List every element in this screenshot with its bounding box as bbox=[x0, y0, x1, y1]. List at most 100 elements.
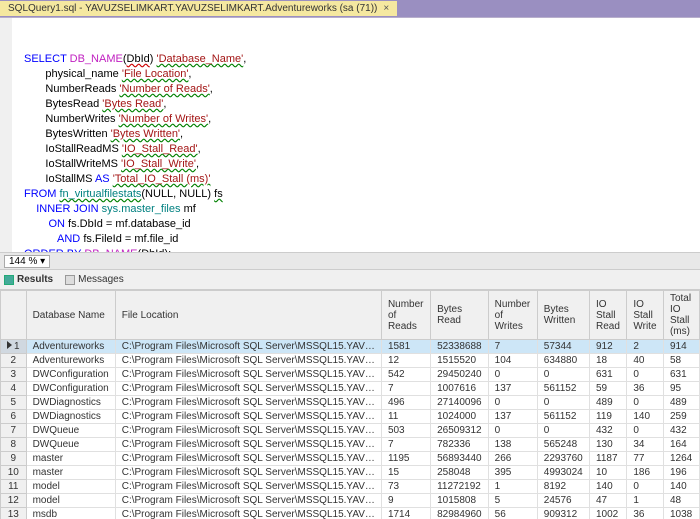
row-number[interactable]: 10 bbox=[1, 466, 27, 480]
cell[interactable]: 104 bbox=[488, 354, 537, 368]
close-icon[interactable]: × bbox=[383, 3, 389, 14]
table-row[interactable]: 13msdbC:\Program Files\Microsoft SQL Ser… bbox=[1, 508, 700, 519]
cell[interactable]: 634880 bbox=[537, 354, 589, 368]
cell[interactable]: 137 bbox=[488, 410, 537, 424]
cell[interactable]: 73 bbox=[381, 480, 430, 494]
cell[interactable]: DWConfiguration bbox=[26, 382, 115, 396]
results-grid-wrapper[interactable]: Database NameFile LocationNumber of Read… bbox=[0, 290, 700, 519]
cell[interactable]: 11272192 bbox=[431, 480, 489, 494]
column-header[interactable]: File Location bbox=[115, 291, 381, 340]
cell[interactable]: 561152 bbox=[537, 410, 589, 424]
cell[interactable]: 0 bbox=[627, 480, 664, 494]
table-row[interactable]: 2AdventureworksC:\Program Files\Microsof… bbox=[1, 354, 700, 368]
cell[interactable]: 18 bbox=[590, 354, 627, 368]
cell[interactable]: 266 bbox=[488, 452, 537, 466]
cell[interactable]: C:\Program Files\Microsoft SQL Server\MS… bbox=[115, 424, 381, 438]
column-header[interactable]: Bytes Written bbox=[537, 291, 589, 340]
row-number[interactable]: 3 bbox=[1, 368, 27, 382]
cell[interactable]: msdb bbox=[26, 508, 115, 519]
cell[interactable]: 912 bbox=[590, 340, 627, 354]
column-header[interactable]: Number of Writes bbox=[488, 291, 537, 340]
cell[interactable]: 7 bbox=[381, 382, 430, 396]
row-number[interactable]: 8 bbox=[1, 438, 27, 452]
column-header[interactable] bbox=[1, 291, 27, 340]
cell[interactable]: 40 bbox=[627, 354, 664, 368]
table-row[interactable]: 1AdventureworksC:\Program Files\Microsof… bbox=[1, 340, 700, 354]
cell[interactable]: 7 bbox=[381, 438, 430, 452]
cell[interactable]: 395 bbox=[488, 466, 537, 480]
cell[interactable]: 10 bbox=[590, 466, 627, 480]
cell[interactable]: 1187 bbox=[590, 452, 627, 466]
cell[interactable]: 24576 bbox=[537, 494, 589, 508]
cell[interactable]: 909312 bbox=[537, 508, 589, 519]
cell[interactable]: 496 bbox=[381, 396, 430, 410]
row-number[interactable]: 12 bbox=[1, 494, 27, 508]
cell[interactable]: 0 bbox=[537, 368, 589, 382]
cell[interactable]: 1002 bbox=[590, 508, 627, 519]
cell[interactable]: 56893440 bbox=[431, 452, 489, 466]
column-header[interactable]: Number of Reads bbox=[381, 291, 430, 340]
cell[interactable]: 1195 bbox=[381, 452, 430, 466]
cell[interactable]: DWDiagnostics bbox=[26, 396, 115, 410]
cell[interactable]: 0 bbox=[488, 368, 537, 382]
cell[interactable]: Adventureworks bbox=[26, 354, 115, 368]
column-header[interactable]: IO Stall Read bbox=[590, 291, 627, 340]
cell[interactable]: 119 bbox=[590, 410, 627, 424]
column-header[interactable]: IO Stall Write bbox=[627, 291, 664, 340]
cell[interactable]: 58 bbox=[663, 354, 699, 368]
cell[interactable]: 432 bbox=[590, 424, 627, 438]
cell[interactable]: 1015808 bbox=[431, 494, 489, 508]
cell[interactable]: 164 bbox=[663, 438, 699, 452]
row-number[interactable]: 9 bbox=[1, 452, 27, 466]
column-header[interactable]: Database Name bbox=[26, 291, 115, 340]
cell[interactable]: 137 bbox=[488, 382, 537, 396]
cell[interactable]: C:\Program Files\Microsoft SQL Server\MS… bbox=[115, 466, 381, 480]
cell[interactable]: C:\Program Files\Microsoft SQL Server\MS… bbox=[115, 438, 381, 452]
table-row[interactable]: 4DWConfigurationC:\Program Files\Microso… bbox=[1, 382, 700, 396]
cell[interactable]: 140 bbox=[590, 480, 627, 494]
row-number[interactable]: 5 bbox=[1, 396, 27, 410]
cell[interactable]: 561152 bbox=[537, 382, 589, 396]
cell[interactable]: 258048 bbox=[431, 466, 489, 480]
cell[interactable]: DWQueue bbox=[26, 438, 115, 452]
table-row[interactable]: 8DWQueueC:\Program Files\Microsoft SQL S… bbox=[1, 438, 700, 452]
cell[interactable]: 82984960 bbox=[431, 508, 489, 519]
cell[interactable]: 1 bbox=[627, 494, 664, 508]
cell[interactable]: Adventureworks bbox=[26, 340, 115, 354]
column-header[interactable]: Total IO Stall (ms) bbox=[663, 291, 699, 340]
cell[interactable]: 259 bbox=[663, 410, 699, 424]
cell[interactable]: 1038 bbox=[663, 508, 699, 519]
table-row[interactable]: 7DWQueueC:\Program Files\Microsoft SQL S… bbox=[1, 424, 700, 438]
cell[interactable]: C:\Program Files\Microsoft SQL Server\MS… bbox=[115, 340, 381, 354]
cell[interactable]: 138 bbox=[488, 438, 537, 452]
cell[interactable]: 26509312 bbox=[431, 424, 489, 438]
cell[interactable]: 36 bbox=[627, 382, 664, 396]
cell[interactable]: 12 bbox=[381, 354, 430, 368]
cell[interactable]: model bbox=[26, 494, 115, 508]
cell[interactable]: 631 bbox=[590, 368, 627, 382]
cell[interactable]: DWDiagnostics bbox=[26, 410, 115, 424]
row-number[interactable]: 1 bbox=[1, 340, 27, 354]
cell[interactable]: 52338688 bbox=[431, 340, 489, 354]
cell[interactable]: 0 bbox=[488, 424, 537, 438]
cell[interactable]: 1007616 bbox=[431, 382, 489, 396]
cell[interactable]: C:\Program Files\Microsoft SQL Server\MS… bbox=[115, 368, 381, 382]
cell[interactable]: C:\Program Files\Microsoft SQL Server\MS… bbox=[115, 494, 381, 508]
row-number[interactable]: 2 bbox=[1, 354, 27, 368]
cell[interactable]: 27140096 bbox=[431, 396, 489, 410]
cell[interactable]: 140 bbox=[663, 480, 699, 494]
cell[interactable]: 7 bbox=[488, 340, 537, 354]
cell[interactable]: C:\Program Files\Microsoft SQL Server\MS… bbox=[115, 354, 381, 368]
cell[interactable]: DWQueue bbox=[26, 424, 115, 438]
cell[interactable]: 489 bbox=[590, 396, 627, 410]
cell[interactable]: 196 bbox=[663, 466, 699, 480]
row-number[interactable]: 6 bbox=[1, 410, 27, 424]
cell[interactable]: 29450240 bbox=[431, 368, 489, 382]
cell[interactable]: 95 bbox=[663, 382, 699, 396]
table-row[interactable]: 12modelC:\Program Files\Microsoft SQL Se… bbox=[1, 494, 700, 508]
cell[interactable]: 48 bbox=[663, 494, 699, 508]
cell[interactable]: 5 bbox=[488, 494, 537, 508]
row-number[interactable]: 4 bbox=[1, 382, 27, 396]
cell[interactable]: 36 bbox=[627, 508, 664, 519]
cell[interactable]: 914 bbox=[663, 340, 699, 354]
